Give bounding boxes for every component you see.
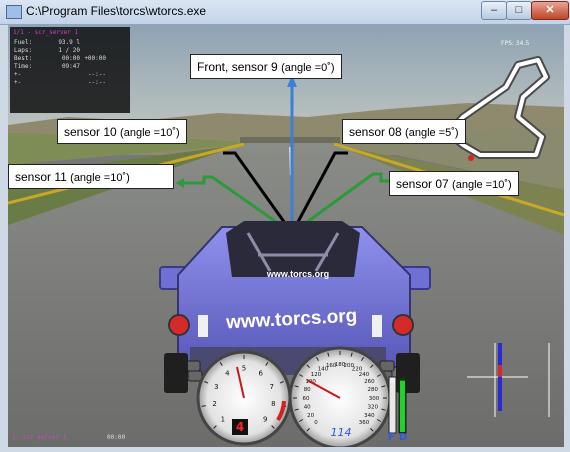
callout-sensor-9: Front, sensor 9 (angle =0˚) (190, 54, 342, 79)
speed-tick-300: 300 (369, 396, 380, 402)
rpm-tick-9: 9 (263, 416, 267, 424)
rpm-tick-1: 1 (221, 416, 225, 424)
speed-tick-20: 20 (307, 413, 314, 419)
driver-time: 00:00 (107, 434, 126, 441)
steering-marker (498, 365, 502, 377)
right-tail-light (392, 314, 414, 336)
fuel-bar-fill (390, 383, 395, 432)
damage-label: D (399, 432, 408, 443)
hud-row-behind: +- --:-- (14, 79, 106, 86)
rpm-tick-6: 6 (258, 369, 263, 377)
fuel-label: F (388, 432, 395, 443)
minimize-button[interactable]: – (481, 1, 507, 20)
driver-status: 1: scr_server 1 00:00 (12, 434, 132, 441)
race-info-panel: 1/1 - scr_server 1 Fuel: 93.9 l Laps: 1 / … (10, 27, 130, 113)
hud-row-fuel: Fuel: 93.9 l (14, 39, 80, 46)
speed-tick-280: 280 (368, 387, 379, 393)
speed-tick-0: 0 (314, 420, 318, 426)
speed-tick-80: 80 (304, 387, 311, 393)
speed-tick-40: 40 (304, 405, 311, 411)
left-rear-tyre (164, 353, 188, 393)
speed-tick-320: 320 (368, 405, 379, 411)
left-exhaust-1 (185, 360, 201, 372)
hud-row-ahead: +- --:-- (14, 71, 106, 78)
race-info-title: 1/1 - scr_server 1 (13, 29, 79, 36)
speed-tick-60: 60 (303, 396, 310, 402)
speed-readout: 114 (330, 426, 352, 439)
rpm-tick-8: 8 (271, 400, 275, 408)
rpm-tick-2: 2 (212, 400, 216, 408)
gear-indicator: 4 (232, 419, 248, 435)
fps-counter: FPS: 34.5 (501, 40, 530, 47)
app-icon (6, 5, 22, 19)
car-position-marker (468, 155, 474, 161)
game-viewport[interactable]: www.torcs.org www.torcs.org 123456789 02… (8, 25, 564, 447)
damage-bar-fill (400, 380, 405, 432)
left-reflector (198, 315, 208, 337)
hud-row-time: Time: 09:47 (14, 63, 80, 70)
track-barrier (240, 137, 340, 143)
rpm-tick-7: 7 (269, 383, 273, 391)
left-exhaust-2 (187, 370, 203, 382)
speed-tick-340: 340 (364, 413, 375, 419)
rpm-tick-4: 4 (225, 369, 230, 377)
callout-sensor-07: sensor 07 (angle =10˚) (389, 171, 519, 196)
speed-tick-120: 120 (311, 372, 322, 378)
callout-sensor-10: sensor 10 (angle =10˚) (57, 119, 187, 144)
rpm-tick-5: 5 (242, 364, 246, 372)
window-title: C:\Program Files\torcs\wtorcs.exe (26, 4, 207, 18)
driver-name: 1: scr_server 1 (12, 434, 67, 441)
speed-tick-260: 260 (364, 379, 375, 385)
right-reflector (372, 315, 382, 337)
callout-sensor-08: sensor 08 (angle =5˚) (342, 119, 466, 144)
close-button[interactable]: ✕ (531, 1, 569, 20)
left-tail-light (168, 314, 190, 336)
rpm-tick-3: 3 (214, 383, 218, 391)
speed-tick-240: 240 (359, 372, 370, 378)
hud-row-best: Best: 00:00 +00:00 (14, 55, 106, 62)
maximize-button[interactable]: □ (506, 1, 532, 20)
app-window: C:\Program Files\torcs\wtorcs.exe – □ ✕ (0, 0, 570, 452)
title-bar[interactable]: C:\Program Files\torcs\wtorcs.exe – □ ✕ (0, 0, 570, 25)
windshield-branding: www.torcs.org (266, 269, 329, 279)
callout-sensor-11: sensor 11 (angle =10˚) (8, 164, 174, 189)
hud-row-laps: Laps: 1 / 20 (14, 47, 80, 54)
speed-tick-360: 360 (359, 420, 370, 426)
